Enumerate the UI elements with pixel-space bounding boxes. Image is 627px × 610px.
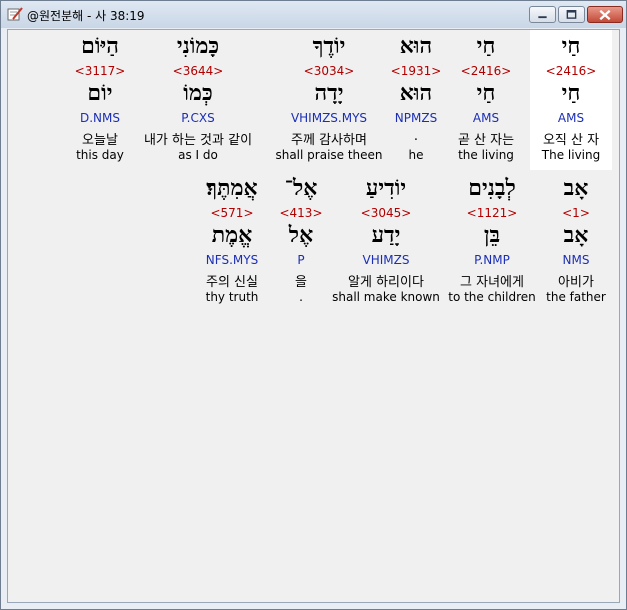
hebrew-word: אֶל־ <box>284 175 318 201</box>
strong-number[interactable]: <2416> <box>530 64 612 78</box>
morphology-code: NPMZS <box>394 111 438 125</box>
korean-gloss: 을 <box>295 275 307 290</box>
maximize-button[interactable] <box>558 6 585 23</box>
minimize-icon <box>538 16 547 19</box>
title-bar[interactable]: @원전분해 - 사 38:19 <box>1 1 626 28</box>
window-title: @원전분해 - 사 38:19 <box>27 9 145 23</box>
lexical-form: כְּמוֹ <box>183 80 213 106</box>
hebrew-word: חַי <box>561 33 581 59</box>
lexical-form: חַי <box>476 80 496 106</box>
morphology-code: VHIMZS <box>362 253 410 267</box>
korean-gloss: 알게 하리이다 <box>348 275 424 290</box>
korean-gloss: 주의 신실 <box>206 275 258 290</box>
english-gloss: the living <box>458 148 514 162</box>
english-gloss: . <box>299 290 303 304</box>
book-pen-icon <box>7 7 23 21</box>
strong-number[interactable]: <1121> <box>446 206 538 220</box>
hebrew-word: חַי <box>476 33 496 59</box>
hebrew-word: אָב <box>563 175 589 201</box>
morphology-code: NFS.MYS <box>205 253 259 267</box>
hebrew-word: יוֹדִיעַ <box>365 175 407 201</box>
word-cell[interactable]: כָּמוֹנִי <3644> כְּמוֹ P.CXS 내가 하는 것과 같… <box>130 30 266 170</box>
korean-gloss: 주께 감사하며 <box>291 133 367 148</box>
strong-number[interactable]: <2416> <box>448 64 524 78</box>
morphology-code: VHIMZS.MYS <box>290 111 368 125</box>
korean-gloss: 오늘날 <box>82 133 118 148</box>
strong-number[interactable]: <413> <box>276 206 326 220</box>
maximize-icon <box>566 10 577 19</box>
english-gloss: to the children <box>448 290 536 304</box>
english-gloss: he <box>408 148 424 162</box>
hebrew-word: הוּא <box>399 33 433 59</box>
english-gloss: the father <box>546 290 606 304</box>
morphology-code: NMS <box>562 253 590 267</box>
korean-gloss: 아비가 <box>558 275 594 290</box>
strong-number[interactable]: <1> <box>542 206 610 220</box>
word-cell[interactable]: לְבָנִים <1121> בֵּן P.NMP 그 자녀에게 to the… <box>446 172 538 312</box>
lexical-form: יָדָה <box>314 80 344 106</box>
english-gloss: this day <box>76 148 124 162</box>
lexical-form: אֶל <box>288 222 314 248</box>
english-gloss: thy truth <box>205 290 259 304</box>
hebrew-word: אֲמִתֶּךָ׃ <box>206 175 258 201</box>
hebrew-word: לְבָנִים <box>468 175 516 201</box>
korean-gloss: 그 자녀에게 <box>460 275 524 290</box>
strong-number[interactable]: <3045> <box>330 206 442 220</box>
lexical-form: אָב <box>563 222 589 248</box>
word-cell[interactable]: הוּא <1931> הוּא NPMZS . he <box>388 30 444 170</box>
korean-gloss: 내가 하는 것과 같이 <box>143 133 253 148</box>
word-cell[interactable]: חַי <2416> חַי AMS 곧 산 자는 the living <box>448 30 524 170</box>
morphology-code: AMS <box>557 111 585 125</box>
morphology-code: AMS <box>472 111 500 125</box>
hebrew-word: יוֹדֶךָ <box>312 33 346 59</box>
korean-gloss: 오직 산 자 <box>542 133 600 148</box>
lexical-form: חַי <box>561 80 581 106</box>
word-cell-selected[interactable]: חַי <2416> חַי AMS 오직 산 자 The living <box>530 30 612 170</box>
english-gloss: as I do <box>178 148 218 162</box>
morphology-code: P.CXS <box>181 111 215 125</box>
strong-number[interactable]: <1931> <box>388 64 444 78</box>
close-icon <box>599 9 611 21</box>
hebrew-word: כָּמוֹנִי <box>176 33 220 59</box>
app-window: @원전분해 - 사 38:19 הַיּוֹם <3117> יוֹם D.NM… <box>0 0 627 610</box>
lexical-form: יָדַע <box>371 222 401 248</box>
word-cell[interactable]: יוֹדֶךָ <3034> יָדָה VHIMZS.MYS 주께 감사하며 … <box>274 30 384 170</box>
strong-number[interactable]: <3117> <box>62 64 138 78</box>
morphology-code: P <box>297 253 305 267</box>
lexical-form: הוּא <box>399 80 433 106</box>
korean-gloss: . <box>413 129 419 144</box>
interlinear-panel: הַיּוֹם <3117> יוֹם D.NMS 오늘날 this day כ… <box>7 29 620 603</box>
korean-gloss: 곧 산 자는 <box>457 133 515 148</box>
close-button[interactable] <box>587 6 623 23</box>
word-cell[interactable]: יוֹדִיעַ <3045> יָדַע VHIMZS 알게 하리이다 sha… <box>330 172 442 312</box>
lexical-form: בֵּן <box>483 222 501 248</box>
lexical-form: יוֹם <box>87 80 113 106</box>
word-cell[interactable]: אֲמִתֶּךָ׃ <571> אֱמֶת NFS.MYS 주의 신실 thy… <box>194 172 270 312</box>
strong-number[interactable]: <3034> <box>274 64 384 78</box>
minimize-button[interactable] <box>529 6 556 23</box>
morphology-code: D.NMS <box>79 111 120 125</box>
word-cell[interactable]: הַיּוֹם <3117> יוֹם D.NMS 오늘날 this day <box>62 30 138 170</box>
morphology-code: P.NMP <box>474 253 510 267</box>
word-cell[interactable]: אֶל־ <413> אֶל P 을 . <box>276 172 326 312</box>
english-gloss: shall make known <box>332 290 440 304</box>
hebrew-word: הַיּוֹם <box>81 33 119 59</box>
word-cell[interactable]: אָב <1> אָב NMS 아비가 the father <box>542 172 610 312</box>
english-gloss: shall praise theen <box>275 148 383 162</box>
strong-number[interactable]: <3644> <box>130 64 266 78</box>
strong-number[interactable]: <571> <box>194 206 270 220</box>
lexical-form: אֱמֶת <box>211 222 253 248</box>
english-gloss: The living <box>541 148 601 162</box>
